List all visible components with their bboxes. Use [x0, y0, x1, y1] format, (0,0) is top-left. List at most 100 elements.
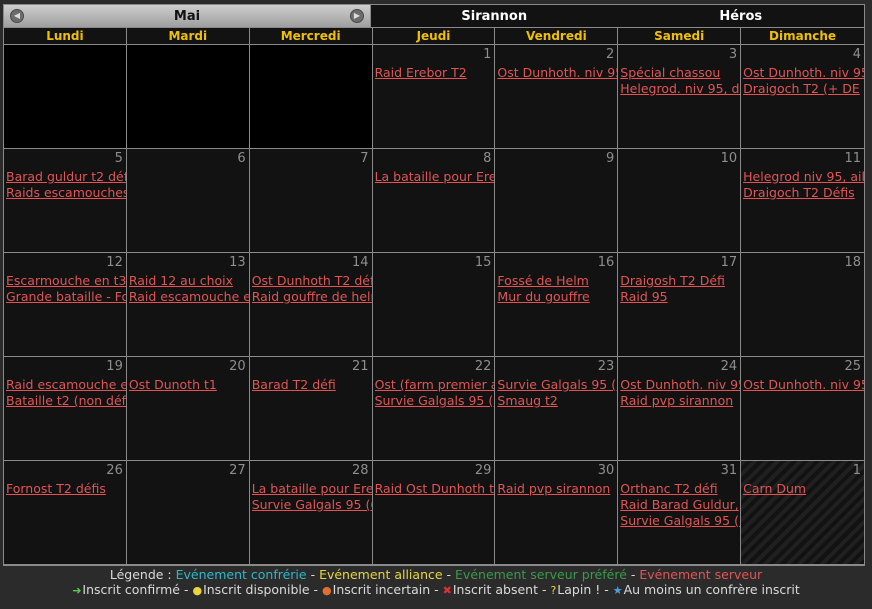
- event-list: Escarmouche en t3 Grande bataille - Fo: [6, 273, 126, 305]
- event-link[interactable]: Bataille t2 (non défi: [6, 393, 126, 409]
- day-cell[interactable]: 1 Raid Erebor T2: [372, 45, 496, 149]
- event-link[interactable]: Raid 95: [620, 289, 740, 305]
- day-cell[interactable]: 14 Ost Dunhoth T2 défi Raid gouffre de hel…: [249, 253, 373, 357]
- day-cell[interactable]: 17 Draigosh T2 Défi Raid 95: [618, 253, 742, 357]
- day-cell: [4, 45, 127, 149]
- event-link[interactable]: Ost Dunhoth. niv 95: [620, 377, 740, 393]
- event-link[interactable]: Orthanc T2 défi: [620, 481, 740, 497]
- day-cell[interactable]: 12 Escarmouche en t3 Grande bataille - Fo: [4, 253, 127, 357]
- day-cell[interactable]: 8 La bataille pour Erebor: [372, 149, 496, 253]
- day-cell[interactable]: 16 Fossé de Helm Mur du gouffre: [495, 253, 619, 357]
- event-list: Survie Galgals 95 (r Smaug t2: [497, 377, 617, 409]
- event-link[interactable]: Ost (farm premier a: [375, 377, 495, 393]
- event-link[interactable]: Spécial chassou: [620, 65, 740, 81]
- event-link[interactable]: Barad guldur t2 défis: [6, 169, 126, 185]
- event-link[interactable]: Escarmouche en t3: [6, 273, 126, 289]
- day-number: 26: [106, 463, 123, 478]
- day-cell[interactable]: 23 Survie Galgals 95 (r Smaug t2: [495, 357, 619, 461]
- day-cell[interactable]: 27: [126, 461, 250, 565]
- event-link[interactable]: La bataille pour Erebor: [375, 169, 495, 185]
- day-cell[interactable]: 11 Helegrod niv 95, aile Draigoch T2 Défis: [741, 149, 864, 253]
- event-link[interactable]: Raid 12 au choix: [129, 273, 249, 289]
- event-link[interactable]: Raid Erebor T2: [375, 65, 495, 81]
- day-cell[interactable]: 20 Ost Dunoth t1: [126, 357, 250, 461]
- next-month-icon[interactable]: ▶: [350, 9, 364, 23]
- day-number: 6: [237, 151, 246, 166]
- day-cell[interactable]: 29 Raid Ost Dunhoth t: [372, 461, 496, 565]
- event-link[interactable]: Raid pvp sirannon: [620, 393, 740, 409]
- event-link[interactable]: Helegrod. niv 95, dé: [620, 81, 740, 97]
- event-link[interactable]: Raid pvp sirannon: [497, 481, 617, 497]
- day-cell[interactable]: 30 Raid pvp sirannon: [495, 461, 619, 565]
- event-list: Helegrod niv 95, aile Draigoch T2 Défis: [743, 169, 864, 201]
- day-number: 13: [229, 255, 246, 270]
- event-link[interactable]: Helegrod niv 95, aile: [743, 169, 864, 185]
- day-cell[interactable]: 10: [618, 149, 742, 253]
- day-cell[interactable]: 2 Ost Dunhoth. niv 95: [495, 45, 619, 149]
- day-cell[interactable]: 24 Ost Dunhoth. niv 95 Raid pvp sirannon: [618, 357, 742, 461]
- prev-month-icon[interactable]: ◀: [10, 9, 24, 23]
- day-number: 27: [229, 463, 246, 478]
- event-link[interactable]: Ost Dunhoth. niv 95: [497, 65, 617, 81]
- day-cell[interactable]: 6: [126, 149, 250, 253]
- day-cell[interactable]: 9: [495, 149, 619, 253]
- day-cell[interactable]: 28 La bataille pour EreborSurvie Galgals …: [249, 461, 373, 565]
- day-number: 30: [597, 463, 615, 478]
- event-link[interactable]: Raid escamouche et: [6, 377, 126, 393]
- day-number: 22: [474, 359, 492, 374]
- event-link[interactable]: Ost Dunoth t1: [129, 377, 249, 393]
- event-link[interactable]: Survie Galgals 95 (6: [252, 497, 372, 513]
- event-list: La bataille pour EreborSurvie Galgals 95…: [252, 481, 372, 513]
- status-label: Lapin !: [557, 582, 601, 597]
- day-number: 1: [483, 47, 492, 62]
- event-link[interactable]: Survie Galgals 95 (r: [620, 513, 740, 529]
- day-cell[interactable]: 25 Ost Dunhoth. niv 95: [741, 357, 864, 461]
- weekday-0: Lundi: [4, 28, 127, 44]
- event-link[interactable]: Raid Barad Guldur,: [620, 497, 740, 513]
- status-label: Inscrit disponible: [203, 582, 310, 597]
- day-cell[interactable]: 13 Raid 12 au choix Raid escamouche et: [126, 253, 250, 357]
- event-list: Draigosh T2 Défi Raid 95: [620, 273, 740, 305]
- month-grid: 1 Raid Erebor T2 2 Ost Dunhoth. niv 95 3 Spéc…: [4, 45, 864, 565]
- event-link[interactable]: Raid escamouche et: [129, 289, 249, 305]
- day-cell[interactable]: 1 Carn Dum: [741, 461, 864, 565]
- weekday-1: Mardi: [127, 28, 250, 44]
- event-link[interactable]: Raids escamouches: [6, 185, 126, 201]
- event-link[interactable]: Draigoch T2 (+ DE: [743, 81, 864, 97]
- status-label: Inscrit incertain: [332, 582, 431, 597]
- day-cell[interactable]: 7: [249, 149, 373, 253]
- event-link[interactable]: Draigosh T2 Défi: [620, 273, 740, 289]
- day-cell[interactable]: 4 Ost Dunhoth. niv 95 Draigoch T2 (+ DE: [741, 45, 864, 149]
- event-link[interactable]: Raid Ost Dunhoth t: [375, 481, 495, 497]
- event-link[interactable]: Raid gouffre de helm: [252, 289, 372, 305]
- day-cell[interactable]: 15: [372, 253, 496, 357]
- month-navigation: ◀ Mai ▶: [4, 5, 371, 27]
- day-cell[interactable]: 22 Ost (farm premier a Survie Galgals 95 (…: [372, 357, 496, 461]
- day-cell[interactable]: 26 Fornost T2 défis: [4, 461, 127, 565]
- event-link[interactable]: Ost Dunhoth T2 défi: [252, 273, 372, 289]
- event-link[interactable]: Mur du gouffre: [497, 289, 617, 305]
- event-link[interactable]: Carn Dum: [743, 481, 864, 497]
- legend-item: Evénement serveur préféré: [455, 567, 627, 582]
- event-link[interactable]: Fossé de Helm: [497, 273, 617, 289]
- event-link[interactable]: Grande bataille - Fo: [6, 289, 126, 305]
- event-link[interactable]: Survie Galgals 95 (r: [375, 393, 495, 409]
- event-link[interactable]: Smaug t2: [497, 393, 617, 409]
- day-number: 21: [352, 359, 369, 374]
- day-cell[interactable]: 3 Spécial chassou Helegrod. niv 95, dé: [618, 45, 742, 149]
- calendar-header: ◀ Mai ▶ Sirannon Héros: [4, 5, 864, 28]
- day-cell[interactable]: 31 Orthanc T2 défi Raid Barad Guldur, Survi…: [618, 461, 742, 565]
- event-link[interactable]: Survie Galgals 95 (r: [497, 377, 617, 393]
- event-link[interactable]: La bataille pour Erebor: [252, 481, 372, 497]
- event-link[interactable]: Barad T2 défi: [252, 377, 372, 393]
- event-link[interactable]: Ost Dunhoth. niv 95: [743, 65, 864, 81]
- event-link[interactable]: Fornost T2 défis: [6, 481, 126, 497]
- day-cell[interactable]: 19 Raid escamouche et Bataille t2 (non déf…: [4, 357, 127, 461]
- day-cell[interactable]: 21 Barad T2 défi: [249, 357, 373, 461]
- day-cell[interactable]: 18: [741, 253, 864, 357]
- status-symbol-icon: ●: [322, 584, 332, 597]
- day-cell[interactable]: 5 Barad guldur t2 défis Raids escamouches: [4, 149, 127, 253]
- event-link[interactable]: Draigoch T2 Défis: [743, 185, 864, 201]
- day-number: 8: [483, 151, 492, 166]
- event-link[interactable]: Ost Dunhoth. niv 95: [743, 377, 864, 393]
